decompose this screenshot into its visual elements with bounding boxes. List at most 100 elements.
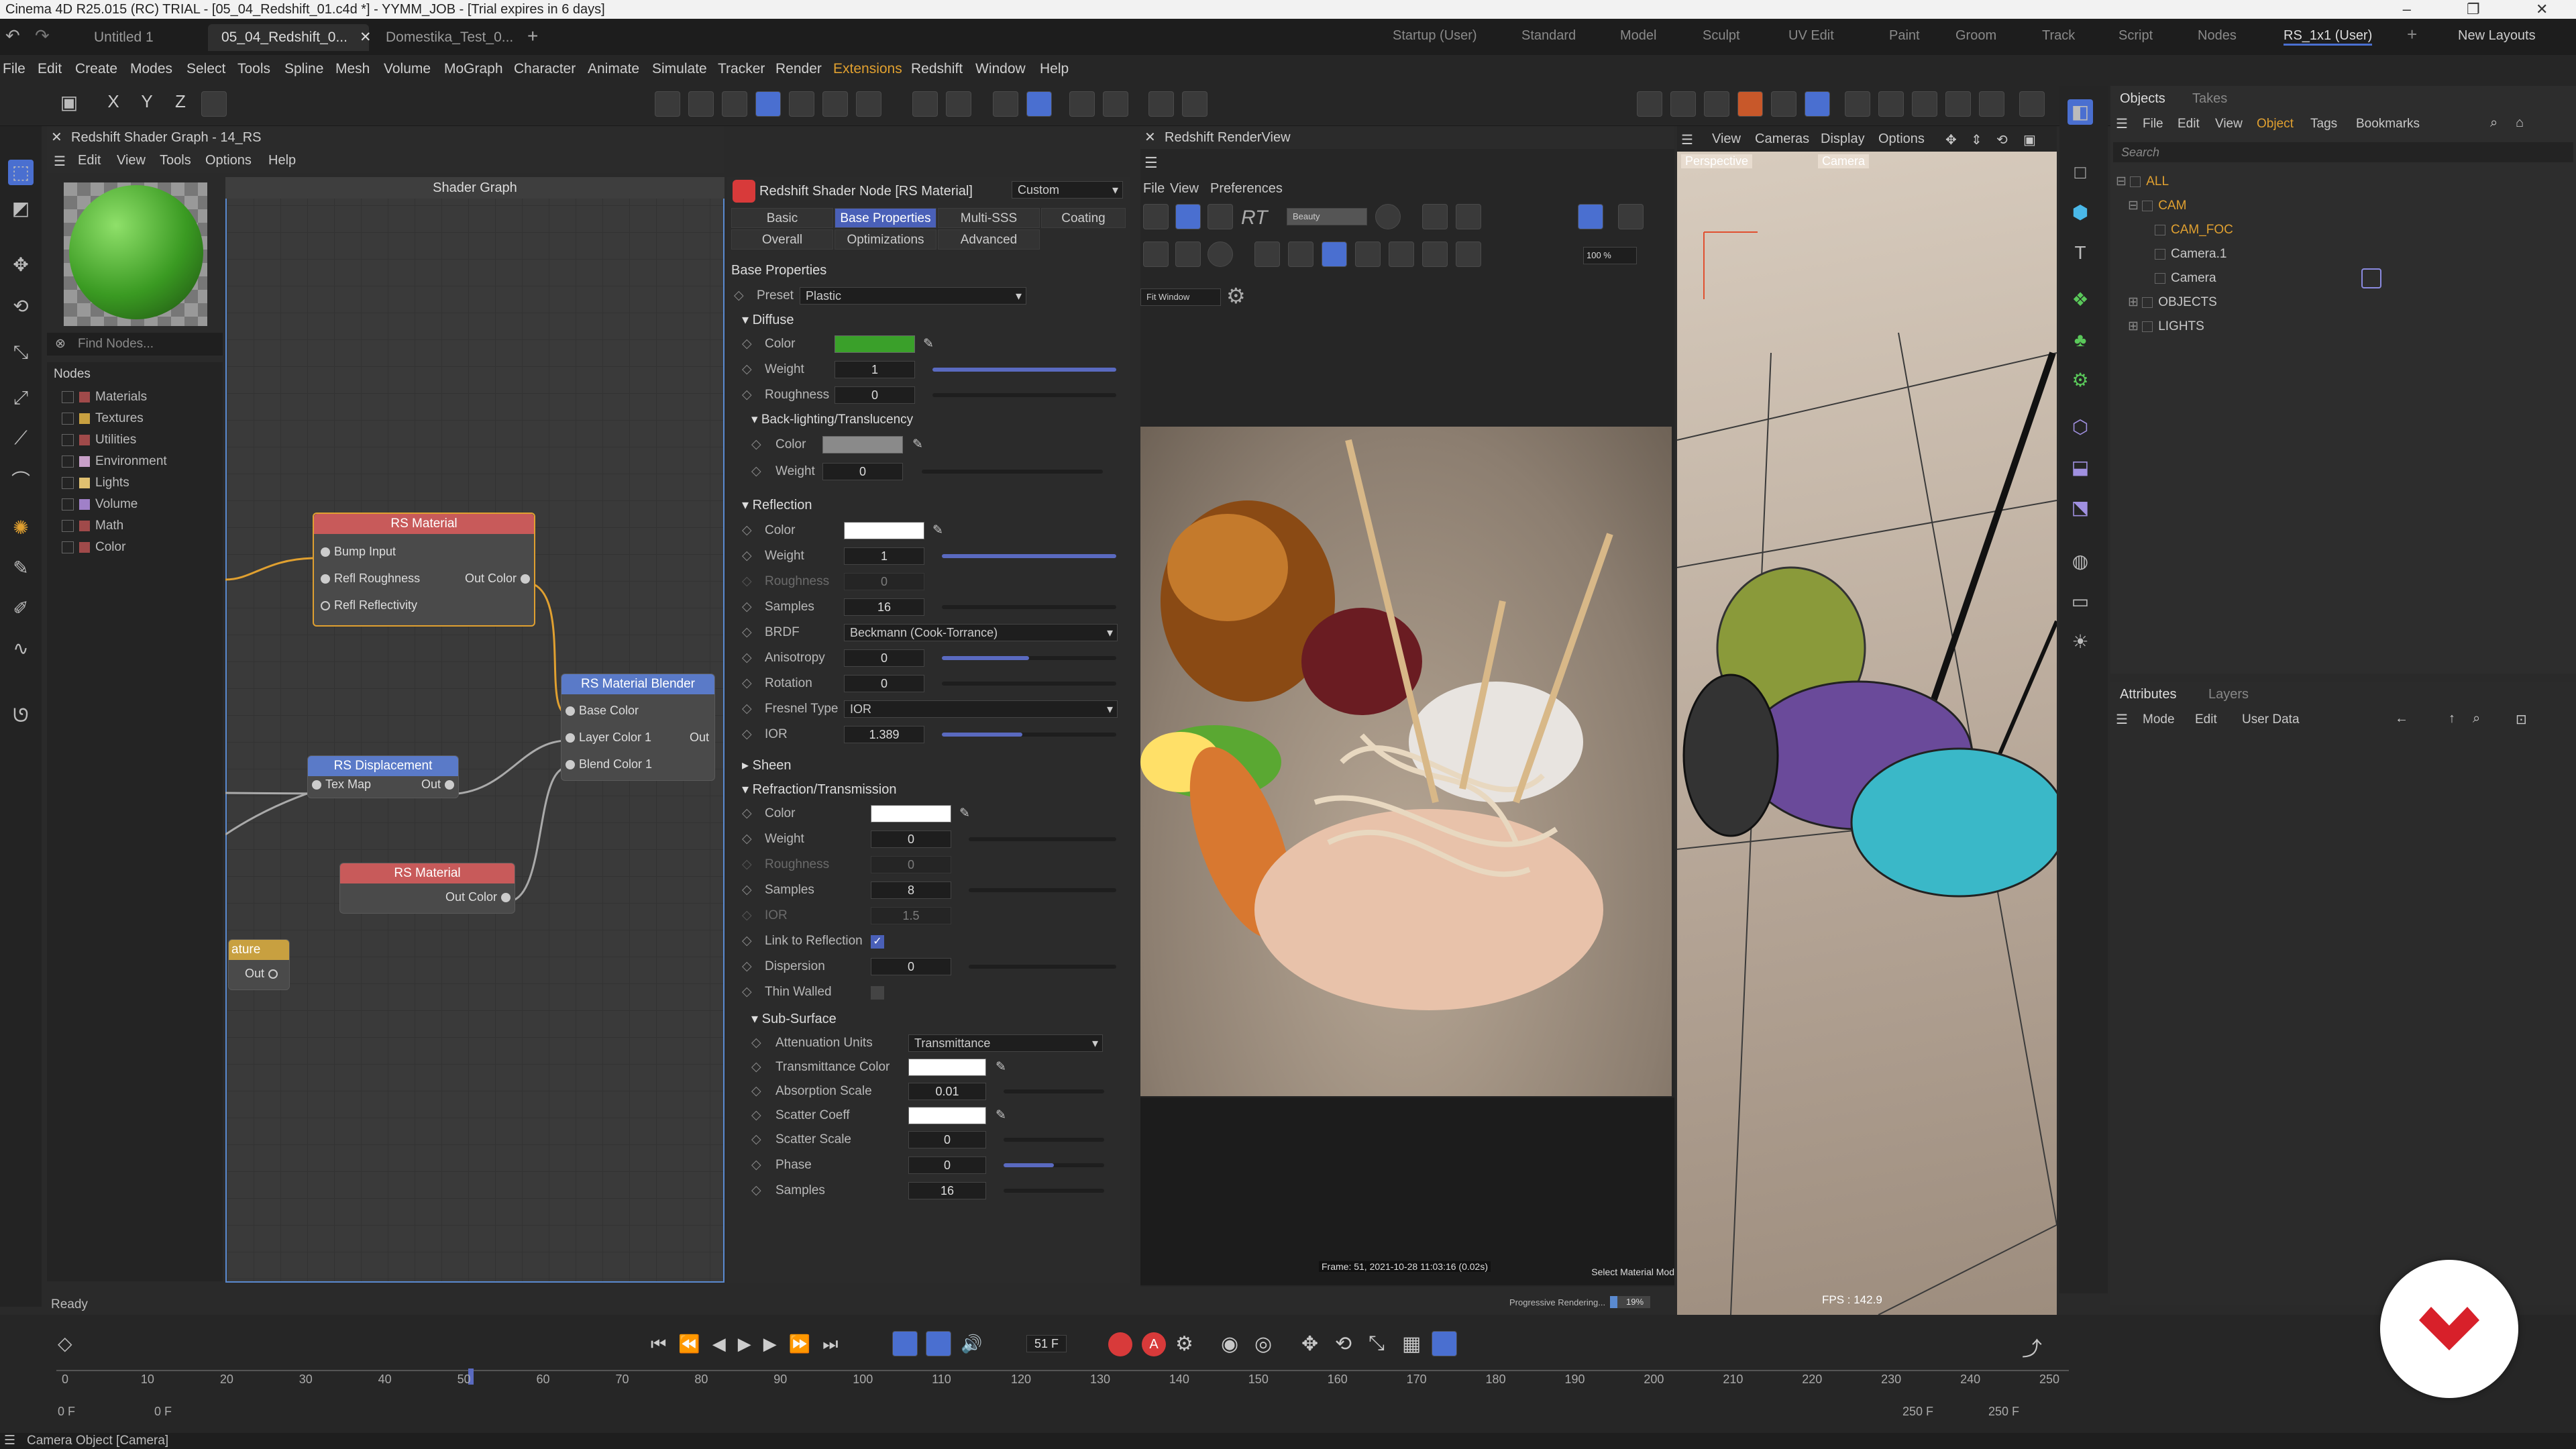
port-out[interactable]: Out <box>421 777 458 792</box>
diffuse-weight-slider[interactable] <box>932 368 1116 372</box>
prev-frame-icon[interactable]: ◀ <box>712 1334 738 1354</box>
timeline-graph-icon[interactable]: ⤴ <box>2022 1332 2042 1362</box>
add-layout-icon[interactable]: + <box>2407 24 2417 45</box>
port-bump-input[interactable]: Bump Input <box>317 545 396 559</box>
current-frame-field[interactable]: 51 F <box>1026 1335 1067 1352</box>
tab-multi-sss[interactable]: Multi-SSS <box>938 208 1040 228</box>
auto-record-icon[interactable]: A <box>1142 1332 1166 1356</box>
thin-walled-checkbox[interactable] <box>871 986 884 1000</box>
mode-dropdown[interactable]: Custom ▾ <box>1012 181 1123 199</box>
lock-icon[interactable] <box>1578 204 1603 229</box>
add-icon[interactable] <box>1389 241 1414 267</box>
menu-tools[interactable]: Tools <box>237 61 270 77</box>
refl-weight-slider[interactable] <box>942 554 1116 558</box>
brush-icon[interactable]: ✎ <box>8 555 34 581</box>
deformer-icon[interactable]: ⚙ <box>2068 368 2093 393</box>
port-base-color[interactable]: Base Color <box>561 704 639 718</box>
port-out-color[interactable]: Out Color <box>465 572 534 586</box>
phase-field[interactable]: 0 <box>908 1157 986 1174</box>
grid-key-icon[interactable]: ▦ <box>1402 1332 1421 1356</box>
circle-icon[interactable] <box>1208 241 1233 267</box>
magnet-icon[interactable] <box>912 91 938 117</box>
selection-filter-icon[interactable]: ◩ <box>8 196 34 221</box>
eyedropper-icon[interactable]: ✎ <box>912 435 923 455</box>
section-backlighting[interactable]: ▾ Back-lighting/Translucency <box>751 412 913 427</box>
add-tab-icon[interactable]: + <box>527 25 538 47</box>
rs-material-node-2[interactable]: RS Material Out Color <box>339 863 515 914</box>
doc-tab-untitled[interactable]: Untitled 1 <box>80 24 167 51</box>
port-out[interactable]: Out <box>245 967 282 981</box>
up-arrow-icon[interactable]: ↑ <box>2449 711 2455 727</box>
model-mode-icon[interactable] <box>755 91 781 117</box>
go-end-icon[interactable]: ⏭ <box>822 1334 850 1354</box>
scale-icon[interactable]: ⤡ <box>8 339 34 365</box>
material-icon[interactable] <box>1878 91 1904 117</box>
rotate-icon[interactable]: ⟲ <box>8 294 34 319</box>
sg-menu-options[interactable]: Options <box>205 153 252 168</box>
snapshot-icon[interactable] <box>1355 241 1381 267</box>
doc-tab-domestika[interactable]: Domestika_Test_0... <box>372 24 527 51</box>
menu-extensions[interactable]: Extensions <box>833 61 902 77</box>
lock-icon[interactable]: ⊡ <box>2516 711 2527 728</box>
scatter-coeff-swatch[interactable] <box>908 1107 986 1124</box>
port-out-color[interactable]: Out Color <box>445 890 515 904</box>
sg-menu-edit[interactable]: Edit <box>78 153 101 168</box>
node-category-utilities[interactable]: Utilities <box>62 431 136 449</box>
menu-select[interactable]: Select <box>186 61 225 77</box>
tab-basic[interactable]: Basic <box>731 208 833 228</box>
objects-search-input[interactable]: Search <box>2113 142 2573 162</box>
back-arrow-icon[interactable]: ← <box>2395 711 2408 727</box>
close-shader-graph-icon[interactable]: ✕ <box>51 126 62 149</box>
tab-layers[interactable]: Layers <box>2208 687 2249 702</box>
menu-redshift[interactable]: Redshift <box>911 61 963 77</box>
workplane-icon[interactable] <box>1069 91 1095 117</box>
menu-animate[interactable]: Animate <box>588 61 639 77</box>
hamburger-icon[interactable]: ☰ <box>1681 131 1693 148</box>
refl-samples-field[interactable]: 16 <box>844 598 924 616</box>
menu-help[interactable]: Help <box>1040 61 1069 77</box>
menu-create[interactable]: Create <box>75 61 117 77</box>
object-cam[interactable]: ⊟ CAM <box>2128 196 2186 216</box>
close-icon[interactable]: ✕ <box>2536 0 2548 19</box>
aov-dropdown[interactable]: Beauty <box>1287 208 1367 225</box>
camera-tag-icon[interactable] <box>2361 268 2381 288</box>
diffuse-roughness-field[interactable]: 0 <box>835 386 915 404</box>
camera-icon[interactable]: ▣ <box>56 91 82 117</box>
link-reflection-checkbox[interactable]: ✓ <box>871 935 884 949</box>
layout-groom[interactable]: Groom <box>1955 28 1996 44</box>
redshift-icon[interactable] <box>1148 91 1174 117</box>
ior-slider[interactable] <box>942 733 1116 737</box>
search-icon[interactable]: ⌕ <box>2490 115 2498 131</box>
copy-icon[interactable] <box>1456 241 1481 267</box>
hamburger-icon[interactable]: ☰ <box>2116 711 2128 728</box>
solo-icon[interactable] <box>856 91 881 117</box>
new-layouts-menu[interactable]: New Layouts <box>2458 28 2536 44</box>
edges-mode-icon[interactable] <box>688 91 714 117</box>
doc-tab-redshift[interactable]: 05_04_Redshift_0... ✕ <box>208 24 372 51</box>
film-icon[interactable] <box>1845 91 1870 117</box>
tab-base-properties[interactable]: Base Properties <box>835 208 936 228</box>
section-sheen[interactable]: ▸ Sheen <box>742 757 791 773</box>
light-icon[interactable]: ☀ <box>2068 629 2093 655</box>
scatter-scale-field[interactable]: 0 <box>908 1131 986 1148</box>
rv-menu-preferences[interactable]: Preferences <box>1210 181 1283 197</box>
section-reflection[interactable]: ▾ Reflection <box>742 496 812 513</box>
port-out[interactable]: Out <box>690 731 709 745</box>
rs-material-blender-node[interactable]: RS Material Blender Base Color Layer Col… <box>561 674 715 781</box>
grid-snap-icon[interactable] <box>993 91 1018 117</box>
anisotropy-slider[interactable] <box>942 656 1116 660</box>
diffuse-roughness-slider[interactable] <box>932 393 1116 397</box>
lock-icon[interactable] <box>1103 91 1128 117</box>
rotation-slider[interactable] <box>942 682 1116 686</box>
node-category-math[interactable]: Math <box>62 517 123 535</box>
timeline-icon[interactable] <box>1912 91 1937 117</box>
attr-menu-userdata[interactable]: User Data <box>2242 712 2300 727</box>
layout-track[interactable]: Track <box>2042 28 2075 44</box>
layout-model[interactable]: Model <box>1620 28 1656 44</box>
back-color-swatch[interactable] <box>822 436 903 453</box>
menu-spline[interactable]: Spline <box>284 61 323 77</box>
sg-menu-help[interactable]: Help <box>268 153 296 168</box>
rotation-field[interactable]: 0 <box>844 675 924 692</box>
undo-icon[interactable]: ↶ <box>5 25 20 46</box>
rt-icon[interactable]: RT <box>1241 207 1267 229</box>
